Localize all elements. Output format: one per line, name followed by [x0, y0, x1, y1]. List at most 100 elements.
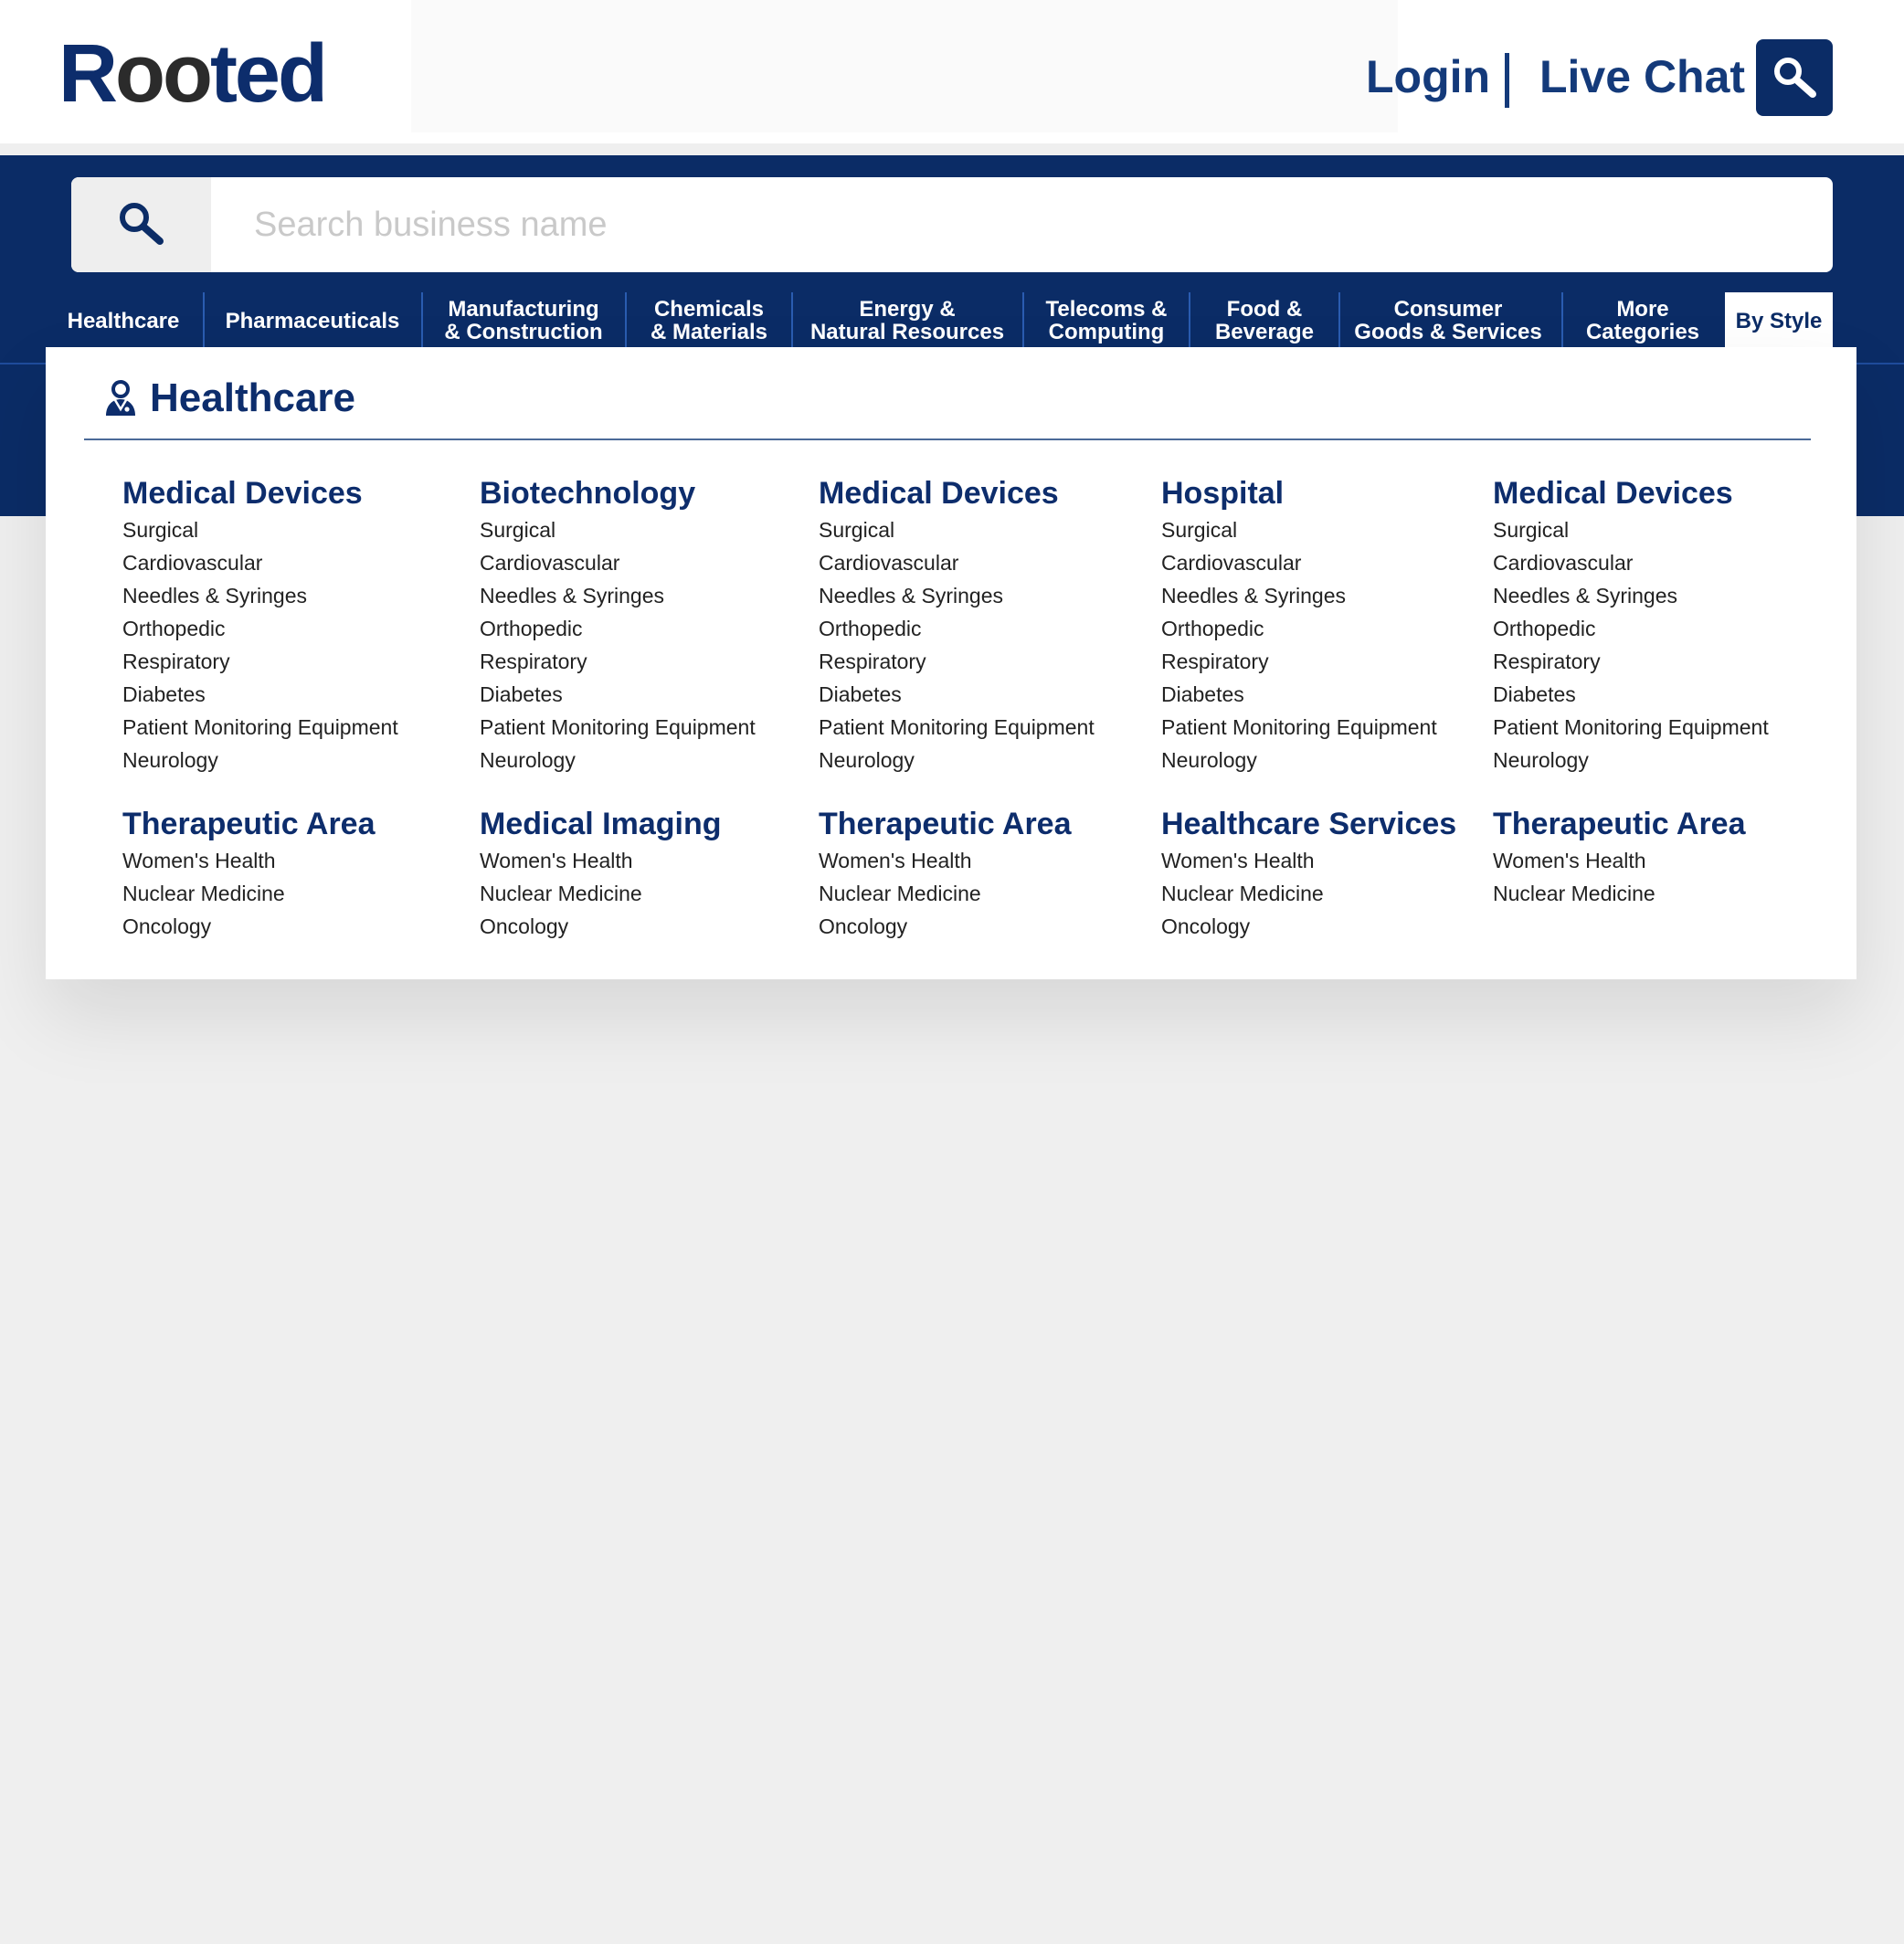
menu-link[interactable]: Oncology	[122, 910, 398, 943]
nav-tab-more-categories[interactable]: More Categories	[1563, 292, 1722, 349]
menu-link[interactable]: Needles & Syringes	[480, 579, 756, 612]
top-header: Rooted Login Live Chat	[0, 0, 1904, 143]
menu-link[interactable]: Oncology	[819, 910, 1095, 943]
group-heading[interactable]: Healthcare Services	[1161, 804, 1456, 844]
group-heading[interactable]: Therapeutic Area	[819, 804, 1095, 844]
live-chat-link[interactable]: Live Chat	[1539, 48, 1745, 106]
menu-group: Medical Devices Surgical Cardiovascular …	[1493, 473, 1769, 777]
nav-tab-consumer-goods[interactable]: Consumer Goods & Services	[1340, 292, 1556, 349]
menu-group: Medical Devices Surgical Cardiovascular …	[819, 473, 1095, 777]
menu-link[interactable]: Cardiovascular	[1161, 546, 1456, 579]
menu-group: Therapeutic Area Women's Health Nuclear …	[819, 804, 1095, 943]
menu-link[interactable]: Respiratory	[480, 645, 756, 678]
nav-tab-chemicals[interactable]: Chemicals & Materials	[627, 292, 791, 349]
menu-link[interactable]: Needles & Syringes	[122, 579, 398, 612]
menu-link[interactable]: Nuclear Medicine	[1493, 877, 1769, 910]
menu-link[interactable]: Needles & Syringes	[1493, 579, 1769, 612]
menu-link[interactable]: Respiratory	[122, 645, 398, 678]
menu-link[interactable]: Patient Monitoring Equipment	[480, 711, 756, 744]
menu-link[interactable]: Patient Monitoring Equipment	[819, 711, 1095, 744]
menu-link[interactable]: Nuclear Medicine	[122, 877, 398, 910]
menu-link[interactable]: Cardiovascular	[122, 546, 398, 579]
menu-link[interactable]: Diabetes	[1161, 678, 1456, 711]
menu-link[interactable]: Patient Monitoring Equipment	[1493, 711, 1769, 744]
search-field-icon-cell[interactable]	[71, 177, 211, 272]
menu-link[interactable]: Women's Health	[1493, 844, 1769, 877]
header-search-button[interactable]	[1756, 39, 1833, 116]
menu-group: Biotechnology Surgical Cardiovascular Ne…	[480, 473, 756, 777]
nav-tab-healthcare[interactable]: Healthcare	[46, 292, 201, 349]
search-icon	[119, 203, 164, 245]
menu-group: Medical Imaging Women's Health Nuclear M…	[480, 804, 756, 943]
menu-link[interactable]: Neurology	[122, 744, 398, 777]
group-heading[interactable]: Therapeutic Area	[1493, 804, 1769, 844]
group-heading[interactable]: Medical Imaging	[480, 804, 756, 844]
menu-link[interactable]: Orthopedic	[480, 612, 756, 645]
menu-link[interactable]: Oncology	[1161, 910, 1456, 943]
menu-link[interactable]: Women's Health	[819, 844, 1095, 877]
logo-text-ted: ted	[209, 28, 328, 120]
menu-group: Medical Devices Surgical Cardiovascular …	[122, 473, 398, 777]
menu-link[interactable]: Nuclear Medicine	[819, 877, 1095, 910]
logo-text-r: R	[58, 28, 118, 120]
menu-link[interactable]: Diabetes	[819, 678, 1095, 711]
menu-link[interactable]: Neurology	[1161, 744, 1456, 777]
menu-link[interactable]: Orthopedic	[1493, 612, 1769, 645]
group-heading[interactable]: Therapeutic Area	[122, 804, 398, 844]
login-link[interactable]: Login	[1366, 48, 1490, 106]
menu-link[interactable]: Surgical	[480, 513, 756, 546]
healthcare-mega-menu: Healthcare Medical Devices Surgical Card…	[46, 347, 1856, 979]
nav-tab-pharmaceuticals[interactable]: Pharmaceuticals	[205, 292, 420, 349]
menu-link[interactable]: Women's Health	[480, 844, 756, 877]
menu-column: Medical Devices Surgical Cardiovascular …	[819, 473, 1095, 970]
header-divider	[1505, 53, 1509, 108]
menu-link[interactable]: Patient Monitoring Equipment	[122, 711, 398, 744]
rooted-logo[interactable]: Rooted	[58, 24, 328, 124]
menu-column: Hospital Surgical Cardiovascular Needles…	[1161, 473, 1456, 970]
menu-link[interactable]: Cardiovascular	[1493, 546, 1769, 579]
menu-link[interactable]: Diabetes	[480, 678, 756, 711]
menu-link[interactable]: Patient Monitoring Equipment	[1161, 711, 1456, 744]
nav-tab-food-beverage[interactable]: Food & Beverage	[1190, 292, 1338, 349]
nav-tab-energy[interactable]: Energy & Natural Resources	[793, 292, 1021, 349]
menu-link[interactable]: Orthopedic	[819, 612, 1095, 645]
menu-link[interactable]: Needles & Syringes	[819, 579, 1095, 612]
menu-link[interactable]: Women's Health	[122, 844, 398, 877]
menu-link[interactable]: Surgical	[1493, 513, 1769, 546]
group-heading[interactable]: Hospital	[1161, 473, 1456, 513]
nav-tab-by-style[interactable]: By Style	[1725, 292, 1833, 349]
menu-link[interactable]: Neurology	[819, 744, 1095, 777]
group-heading[interactable]: Medical Devices	[122, 473, 398, 513]
menu-link[interactable]: Surgical	[122, 513, 398, 546]
group-heading[interactable]: Biotechnology	[480, 473, 756, 513]
menu-link[interactable]: Diabetes	[122, 678, 398, 711]
group-heading[interactable]: Medical Devices	[1493, 473, 1769, 513]
menu-link[interactable]: Respiratory	[1493, 645, 1769, 678]
menu-group: Hospital Surgical Cardiovascular Needles…	[1161, 473, 1456, 777]
menu-link[interactable]: Respiratory	[819, 645, 1095, 678]
nav-tab-telecoms[interactable]: Telecoms & Computing	[1024, 292, 1189, 349]
menu-group: Therapeutic Area Women's Health Nuclear …	[1493, 804, 1769, 910]
menu-link[interactable]: Cardiovascular	[819, 546, 1095, 579]
menu-link[interactable]: Nuclear Medicine	[480, 877, 756, 910]
menu-column: Medical Devices Surgical Cardiovascular …	[1493, 473, 1769, 937]
menu-link[interactable]: Orthopedic	[122, 612, 398, 645]
logo-text-oo: oo	[115, 28, 213, 120]
nav-tab-manufacturing[interactable]: Manufacturing & Construction	[423, 292, 624, 349]
menu-link[interactable]: Surgical	[819, 513, 1095, 546]
group-heading[interactable]: Medical Devices	[819, 473, 1095, 513]
menu-link[interactable]: Needles & Syringes	[1161, 579, 1456, 612]
search-input[interactable]	[254, 197, 1807, 252]
menu-link[interactable]: Respiratory	[1161, 645, 1456, 678]
menu-link[interactable]: Neurology	[1493, 744, 1769, 777]
menu-link[interactable]: Oncology	[480, 910, 756, 943]
menu-link[interactable]: Orthopedic	[1161, 612, 1456, 645]
panel-title: Healthcare	[104, 373, 355, 424]
menu-link[interactable]: Cardiovascular	[480, 546, 756, 579]
menu-link[interactable]: Women's Health	[1161, 844, 1456, 877]
menu-link[interactable]: Diabetes	[1493, 678, 1769, 711]
menu-link[interactable]: Surgical	[1161, 513, 1456, 546]
menu-link[interactable]: Neurology	[480, 744, 756, 777]
panel-divider	[84, 438, 1811, 440]
menu-link[interactable]: Nuclear Medicine	[1161, 877, 1456, 910]
